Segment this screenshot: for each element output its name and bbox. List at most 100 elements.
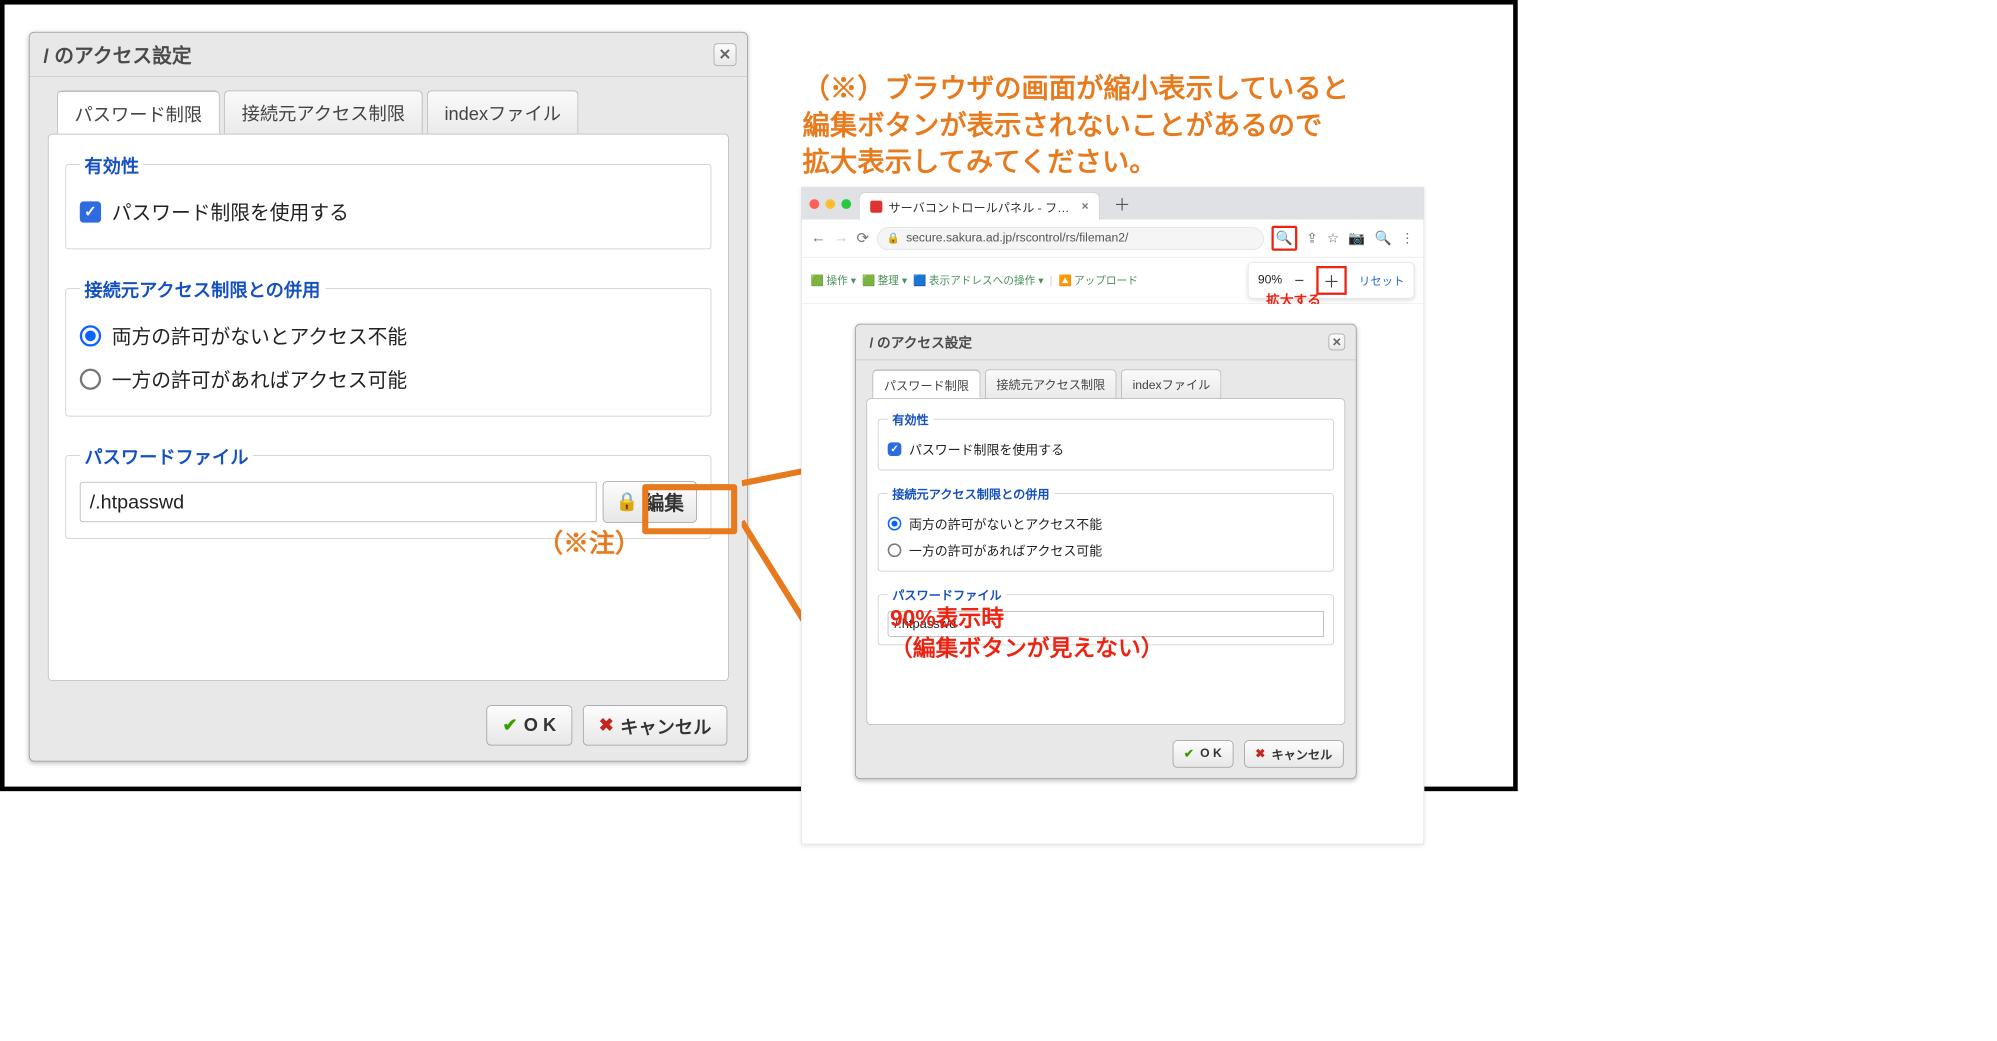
radio-either-allowed[interactable]: 一方の許可があればアクセス可能 bbox=[888, 537, 1324, 564]
red-note: 90%表示時 （編集ボタンが見えない） bbox=[890, 604, 1164, 663]
dialog-footer: ✔ O K ✖ キャンセル bbox=[856, 733, 1356, 779]
toolbar-item[interactable]: 🟦 表示アドレスへの操作 ▾ bbox=[913, 273, 1043, 288]
share-icon[interactable]: ⇪ bbox=[1306, 230, 1317, 246]
tab-source-access[interactable]: 接続元アクセス制限 bbox=[985, 369, 1117, 398]
browser-tabbar: サーバコントロールパネル - フ… × ＋ bbox=[802, 188, 1424, 220]
annotation-line: 編集ボタンが表示されないことがあるので bbox=[803, 107, 1426, 144]
ok-label: O K bbox=[1200, 747, 1222, 761]
search-icon[interactable]: 🔍 bbox=[1375, 230, 1392, 246]
dialog-title: / のアクセス設定 bbox=[43, 40, 191, 68]
browser-tab[interactable]: サーバコントロールパネル - フ… × bbox=[859, 192, 1100, 220]
url-field[interactable]: 🔒 secure.sakura.ad.jp/rscontrol/rs/filem… bbox=[877, 227, 1264, 250]
group-legend: パスワードファイル bbox=[888, 585, 1007, 603]
tab-password-limit[interactable]: パスワード制限 bbox=[57, 90, 220, 133]
checkbox-use-password[interactable]: ✓ パスワード制限を使用する bbox=[80, 190, 697, 233]
x-icon: ✖ bbox=[599, 714, 614, 736]
group-effectiveness: 有効性 ✓ パスワード制限を使用する bbox=[878, 410, 1334, 471]
group-legend: 有効性 bbox=[888, 410, 934, 428]
address-right-icons: 🔍 ⇪ ☆ 📷 🔍 ⋮ bbox=[1271, 226, 1414, 251]
highlight-magnifier: 🔍 bbox=[1271, 226, 1297, 251]
browser-window: サーバコントロールパネル - フ… × ＋ ← → ⟳ 🔒 secure.sak… bbox=[801, 187, 1424, 844]
browser-tab-title: サーバコントロールパネル - フ… bbox=[888, 197, 1069, 215]
back-icon[interactable]: ← bbox=[811, 230, 826, 247]
checkbox-icon: ✓ bbox=[888, 442, 902, 456]
tab-source-access[interactable]: 接続元アクセス制限 bbox=[224, 90, 422, 133]
annotation-line: （※）ブラウザの画面が縮小表示していると bbox=[803, 70, 1426, 107]
toolbar-item[interactable]: 🔼 アップロード bbox=[1058, 273, 1137, 288]
toolbar-item[interactable]: 🟩 操作 ▾ bbox=[811, 273, 856, 288]
ok-label: O K bbox=[524, 715, 556, 736]
zoom-reset[interactable]: リセット bbox=[1359, 272, 1405, 288]
x-icon: ✖ bbox=[1255, 746, 1265, 761]
radio-both-required[interactable]: 両方の許可がないとアクセス不能 bbox=[888, 510, 1324, 537]
new-tab-icon[interactable]: ＋ bbox=[1114, 192, 1131, 216]
forward-icon[interactable]: → bbox=[834, 230, 849, 247]
reload-icon[interactable]: ⟳ bbox=[857, 229, 870, 248]
dialog-titlebar: / のアクセス設定 ✕ bbox=[856, 325, 1356, 361]
tab-password-limit[interactable]: パスワード制限 bbox=[872, 369, 980, 398]
access-settings-dialog: / のアクセス設定 ✕ パスワード制限 接続元アクセス制限 indexファイル … bbox=[29, 32, 748, 762]
close-icon[interactable]: ✕ bbox=[714, 43, 737, 66]
tab-close-icon[interactable]: × bbox=[1082, 200, 1089, 214]
lock-icon: 🔒 bbox=[887, 232, 900, 245]
checkbox-label: パスワード制限を使用する bbox=[909, 439, 1064, 458]
radio-icon bbox=[80, 368, 101, 389]
magnifier-icon[interactable]: 🔍 bbox=[1276, 230, 1293, 245]
group-legend: パスワードファイル bbox=[80, 442, 253, 469]
cancel-label: キャンセル bbox=[620, 712, 711, 739]
menu-icon[interactable]: ⋮ bbox=[1401, 230, 1415, 246]
minimize-dot-icon[interactable] bbox=[825, 199, 835, 209]
annotation-text: （※）ブラウザの画面が縮小表示していると 編集ボタンが表示されないことがあるので… bbox=[803, 70, 1426, 181]
dialog-footer: ✔ O K ✖ キャンセル bbox=[30, 693, 747, 761]
cancel-button[interactable]: ✖ キャンセル bbox=[1244, 740, 1344, 767]
radio-icon bbox=[80, 325, 101, 346]
tab-index-file[interactable]: indexファイル bbox=[1121, 369, 1222, 398]
star-icon[interactable]: ☆ bbox=[1327, 230, 1339, 246]
tabs: パスワード制限 接続元アクセス制限 indexファイル bbox=[30, 77, 747, 134]
dialog-body: 有効性 ✓ パスワード制限を使用する 接続元アクセス制限との併用 両方の許可がな… bbox=[866, 398, 1345, 725]
url-text: secure.sakura.ad.jp/rscontrol/rs/fileman… bbox=[906, 231, 1128, 245]
password-file-row: /.htpasswd 🔒 編集 bbox=[80, 481, 697, 523]
check-icon: ✔ bbox=[1184, 746, 1194, 761]
dialog-body: 有効性 ✓ パスワード制限を使用する 接続元アクセス制限との併用 両方の許可がな… bbox=[48, 134, 729, 681]
password-file-input[interactable]: /.htpasswd bbox=[80, 482, 597, 522]
ok-button[interactable]: ✔ O K bbox=[486, 705, 572, 745]
edit-button-label: 編集 bbox=[644, 488, 684, 516]
lock-icon: 🔒 bbox=[616, 491, 639, 513]
access-settings-dialog-small: / のアクセス設定 ✕ パスワード制限 接続元アクセス制限 indexファイル … bbox=[855, 324, 1357, 779]
close-icon[interactable]: ✕ bbox=[1328, 334, 1345, 351]
check-icon: ✔ bbox=[502, 714, 517, 736]
radio-label: 両方の許可がないとアクセス不能 bbox=[112, 321, 407, 349]
tabs: パスワード制限 接続元アクセス制限 indexファイル bbox=[856, 360, 1356, 398]
radio-icon bbox=[888, 516, 902, 530]
annotation-line: 拡大表示してみてください。 bbox=[803, 144, 1426, 181]
red-note-line: 90%表示時 bbox=[890, 604, 1164, 634]
radio-either-allowed[interactable]: 一方の許可があればアクセス可能 bbox=[80, 357, 697, 400]
tab-index-file[interactable]: indexファイル bbox=[427, 90, 579, 133]
favicon-icon bbox=[870, 200, 882, 212]
dialog-title: / のアクセス設定 bbox=[869, 332, 972, 352]
browser-address-bar: ← → ⟳ 🔒 secure.sakura.ad.jp/rscontrol/rs… bbox=[802, 220, 1424, 258]
toolbar-item[interactable]: 🟩 整理 ▾ bbox=[862, 273, 907, 288]
close-dot-icon[interactable] bbox=[809, 199, 819, 209]
radio-both-required[interactable]: 両方の許可がないとアクセス不能 bbox=[80, 314, 697, 357]
ok-button[interactable]: ✔ O K bbox=[1172, 740, 1233, 767]
radio-label: 両方の許可がないとアクセス不能 bbox=[909, 514, 1102, 533]
note-label: （※注） bbox=[537, 522, 640, 559]
group-legend: 接続元アクセス制限との併用 bbox=[888, 484, 1054, 502]
maximize-dot-icon[interactable] bbox=[841, 199, 851, 209]
cancel-label: キャンセル bbox=[1271, 745, 1332, 763]
group-combined-access: 接続元アクセス制限との併用 両方の許可がないとアクセス不能 一方の許可があればア… bbox=[65, 275, 711, 416]
cancel-button[interactable]: ✖ キャンセル bbox=[583, 705, 727, 745]
checkbox-label: パスワード制限を使用する bbox=[112, 198, 349, 226]
zoom-out-icon[interactable]: − bbox=[1294, 271, 1304, 291]
checkbox-icon: ✓ bbox=[80, 201, 101, 222]
zoom-value: 90% bbox=[1258, 274, 1282, 288]
edit-button[interactable]: 🔒 編集 bbox=[603, 481, 697, 523]
camera-icon[interactable]: 📷 bbox=[1348, 230, 1365, 246]
toolbar-left: 🟩 操作 ▾ 🟩 整理 ▾ 🟦 表示アドレスへの操作 ▾ | 🔼 アップロード bbox=[811, 273, 1138, 288]
app-toolbar: 🟩 操作 ▾ 🟩 整理 ▾ 🟦 表示アドレスへの操作 ▾ | 🔼 アップロード … bbox=[802, 258, 1424, 304]
checkbox-use-password[interactable]: ✓ パスワード制限を使用する bbox=[888, 435, 1324, 462]
dialog-titlebar: / のアクセス設定 ✕ bbox=[30, 33, 747, 77]
radio-icon bbox=[888, 543, 902, 557]
